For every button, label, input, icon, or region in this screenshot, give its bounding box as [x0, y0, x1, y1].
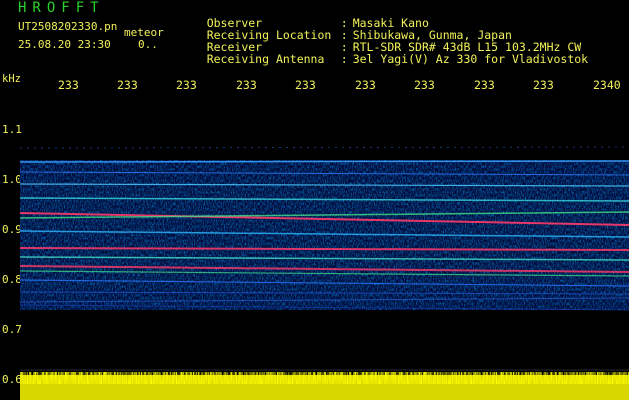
hrofft-window: HROFFT UT2508202330.pn meteor 25.08.20 2… [0, 0, 629, 400]
frequency-tick-label: 0.8 [2, 273, 22, 286]
detection-count: 0.. [138, 38, 158, 51]
app-title: HROFFT [18, 0, 105, 16]
info-value: 3el Yagi(V) Az 330 for Vladivostok [352, 52, 589, 66]
frequency-tick-label: 0.7 [2, 323, 22, 336]
file-name: UT2508202330.pn [18, 20, 118, 33]
frequency-unit-label: kHz [2, 73, 21, 85]
time-tick-label: 233 [176, 78, 197, 92]
time-tick-label: 233 [355, 78, 376, 92]
carrier-line [20, 160, 629, 163]
info-colon: : [340, 52, 348, 66]
info-row-antenna: Receiving Antenna:3el Yagi(V) Az 330 for… [179, 41, 588, 77]
time-tick-label: 233 [474, 78, 495, 92]
carrier-line-faint [20, 146, 629, 149]
frequency-tick-label: 1.0 [2, 173, 22, 186]
time-tick-label: 233 [236, 78, 257, 92]
waterfall-spectrogram [20, 146, 629, 400]
frequency-tick-label: 1.1 [2, 123, 22, 136]
noise-floor-jitter [20, 372, 629, 384]
time-tick-label: 233 [295, 78, 316, 92]
time-tick-label: 233 [414, 78, 435, 92]
time-tick-label: 233 [533, 78, 554, 92]
frequency-tick-label: 0.6 [2, 373, 22, 386]
time-tick-label: 233 [117, 78, 138, 92]
frequency-tick-label: 0.9 [2, 223, 22, 236]
timestamp: 25.08.20 23:30 [18, 38, 111, 51]
info-key: Receiving Antenna [206, 52, 325, 66]
time-tick-label: 233 [58, 78, 79, 92]
time-tick-label: 2340 [593, 78, 621, 92]
